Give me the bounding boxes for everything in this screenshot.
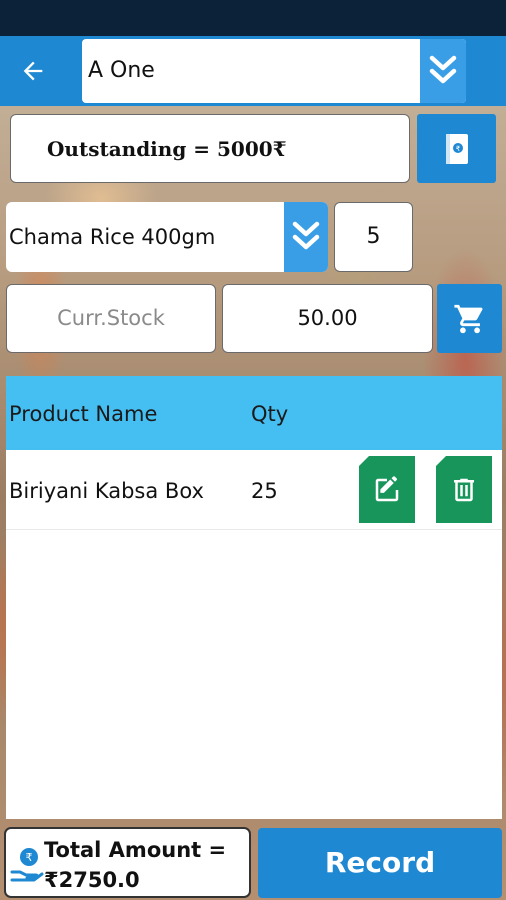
price-input[interactable]: 50.00 xyxy=(222,284,433,353)
delete-button[interactable] xyxy=(436,456,492,523)
product-dropdown[interactable]: Chama Rice 400gm xyxy=(6,202,328,272)
customer-dropdown[interactable]: A One xyxy=(82,39,466,103)
column-header-product: Product Name xyxy=(9,402,158,426)
total-amount-box: ₹ Total Amount = ₹2750.0 xyxy=(4,827,251,898)
arrow-left-icon xyxy=(23,61,43,81)
total-value: ₹2750.0 xyxy=(44,868,140,892)
svg-text:₹: ₹ xyxy=(455,145,460,153)
customer-value: A One xyxy=(88,58,155,83)
edit-button[interactable] xyxy=(359,456,415,523)
table-row: Biriyani Kabsa Box 25 xyxy=(6,450,502,530)
trash-icon xyxy=(454,478,474,501)
current-stock-field[interactable]: Curr.Stock xyxy=(6,284,216,353)
quantity-input[interactable]: 5 xyxy=(334,202,413,272)
product-value: Chama Rice 400gm xyxy=(9,225,216,249)
double-chevron-down-icon[interactable] xyxy=(284,202,328,272)
total-label: Total Amount = xyxy=(44,838,227,862)
cart-icon xyxy=(453,304,482,333)
ledger-button[interactable]: ₹ xyxy=(417,114,496,183)
svg-text:₹: ₹ xyxy=(26,851,33,864)
add-to-cart-button[interactable] xyxy=(437,284,502,353)
qty-cell: 25 xyxy=(251,479,278,503)
outstanding-box: Outstanding = 5000₹ xyxy=(10,114,410,183)
back-button[interactable] xyxy=(0,36,66,106)
money-hand-icon: ₹ xyxy=(10,848,44,882)
edit-icon xyxy=(375,475,399,501)
outstanding-text: Outstanding = 5000₹ xyxy=(47,137,287,161)
table-header: Product Name Qty xyxy=(6,376,502,450)
product-name-cell: Biriyani Kabsa Box xyxy=(9,479,204,503)
double-chevron-down-icon[interactable] xyxy=(420,39,466,103)
ledger-book-icon: ₹ xyxy=(445,133,468,164)
column-header-qty: Qty xyxy=(251,402,289,426)
order-items-table: Product Name Qty Biriyani Kabsa Box 25 xyxy=(6,376,502,819)
record-button[interactable]: Record xyxy=(258,828,502,898)
status-bar xyxy=(0,0,506,36)
